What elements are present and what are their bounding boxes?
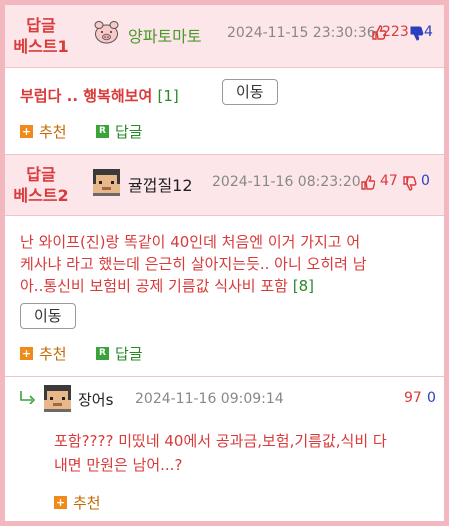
- reply-recommend-button[interactable]: + 추천: [54, 492, 101, 513]
- best1-reply-count[interactable]: [1]: [157, 87, 178, 105]
- reply-down-count[interactable]: 0: [427, 390, 436, 406]
- r-square-icon: R: [96, 347, 109, 360]
- best2-nickname[interactable]: 귤껍질12: [128, 172, 193, 196]
- best2-reply-button[interactable]: R 답글: [96, 343, 143, 364]
- plus-square-icon: +: [20, 125, 33, 138]
- reply-datetime: 2024-11-16 09:09:14: [135, 391, 284, 407]
- reply-body-line2: 내면 만원은 남어...?: [54, 456, 183, 474]
- best1-down-count: 4: [424, 24, 433, 40]
- best2-label-line2: 베스트2: [13, 186, 69, 205]
- reply-recommend-label: 추천: [73, 494, 101, 512]
- thumb-down-icon[interactable]: [410, 26, 424, 41]
- best1-recommend-label: 추천: [39, 123, 67, 141]
- best1-body-text: 부럽다 .. 행복해보여: [20, 87, 153, 105]
- best2-reply-label: 답글: [115, 345, 143, 363]
- pixel-face-avatar-icon[interactable]: [93, 169, 120, 196]
- plus-square-icon: +: [54, 496, 67, 509]
- reply-up-count[interactable]: 97: [404, 390, 422, 406]
- thumb-up-icon[interactable]: [361, 175, 375, 190]
- best2-body-line3-wrap: 아..통신비 보험비 공제 기름값 식사비 포함 [8]: [20, 275, 440, 297]
- best1-recommend-button[interactable]: + 추천: [20, 121, 67, 142]
- best2-up-count: 47: [380, 173, 398, 189]
- reply-body-line1: 포함???? 미띴네 40에서 공과금,보험,기름값,식비 다: [54, 432, 387, 450]
- best2-recommend-label: 추천: [39, 345, 67, 363]
- best1-header: 답글 베스트1 양파토마토 2024-11-15 23:30:36 223 4: [5, 5, 444, 68]
- plus-square-icon: +: [20, 347, 33, 360]
- best2-body-line3: 아..통신비 보험비 공제 기름값 식사비 포함: [20, 277, 288, 295]
- best2-recommend-button[interactable]: + 추천: [20, 343, 67, 364]
- best1-label-line2: 베스트1: [13, 37, 69, 56]
- best2-reply-count[interactable]: [8]: [293, 277, 314, 295]
- reply-nickname[interactable]: 장어s: [78, 389, 113, 410]
- best1-reply-label: 답글: [115, 123, 143, 141]
- best2-move-button[interactable]: 이동: [20, 303, 76, 329]
- reply-arrow-icon: [20, 391, 36, 404]
- best2-down-count: 0: [421, 173, 430, 189]
- best1-datetime: 2024-11-15 23:30:36: [227, 25, 376, 41]
- best1-nickname[interactable]: 양파토마토: [128, 23, 202, 47]
- reply-body: 포함???? 미띴네 40에서 공과금,보험,기름값,식비 다 내면 만원은 남…: [54, 429, 387, 477]
- best2-body-line1: 난 와이프(진)랑 똑같이 40인데 처음엔 이거 가지고 어: [20, 233, 361, 251]
- best2-body: 난 와이프(진)랑 똑같이 40인데 처음엔 이거 가지고 어 케사냐 라고 했…: [20, 231, 440, 297]
- best1-label-line1: 답글: [26, 16, 56, 35]
- pixel-face-avatar-icon[interactable]: [44, 385, 71, 412]
- best1-label: 답글 베스트1: [5, 15, 77, 57]
- thumb-down-icon[interactable]: [403, 176, 417, 191]
- best1-reply-button[interactable]: R 답글: [96, 121, 143, 142]
- reply-divider: [5, 376, 444, 377]
- comment-panel: 답글 베스트1 양파토마토 2024-11-15 23:30:36 223 4 …: [5, 5, 444, 521]
- best1-up-count: 223: [382, 24, 409, 40]
- best2-body-line2: 케사냐 라고 했는데 은근히 살아지는듯.. 아니 오히려 남: [20, 255, 367, 273]
- best1-move-button[interactable]: 이동: [222, 79, 278, 105]
- best2-label: 답글 베스트2: [5, 164, 77, 206]
- pig-avatar-icon[interactable]: [93, 19, 120, 46]
- best1-body: 부럽다 .. 행복해보여 [1]: [20, 85, 179, 107]
- r-square-icon: R: [96, 125, 109, 138]
- best2-header: 답글 베스트2 귤껍질12 2024-11-16 08:23:20 47 0: [5, 154, 444, 216]
- best2-datetime: 2024-11-16 08:23:20: [212, 174, 361, 190]
- best2-label-line1: 답글: [26, 165, 56, 184]
